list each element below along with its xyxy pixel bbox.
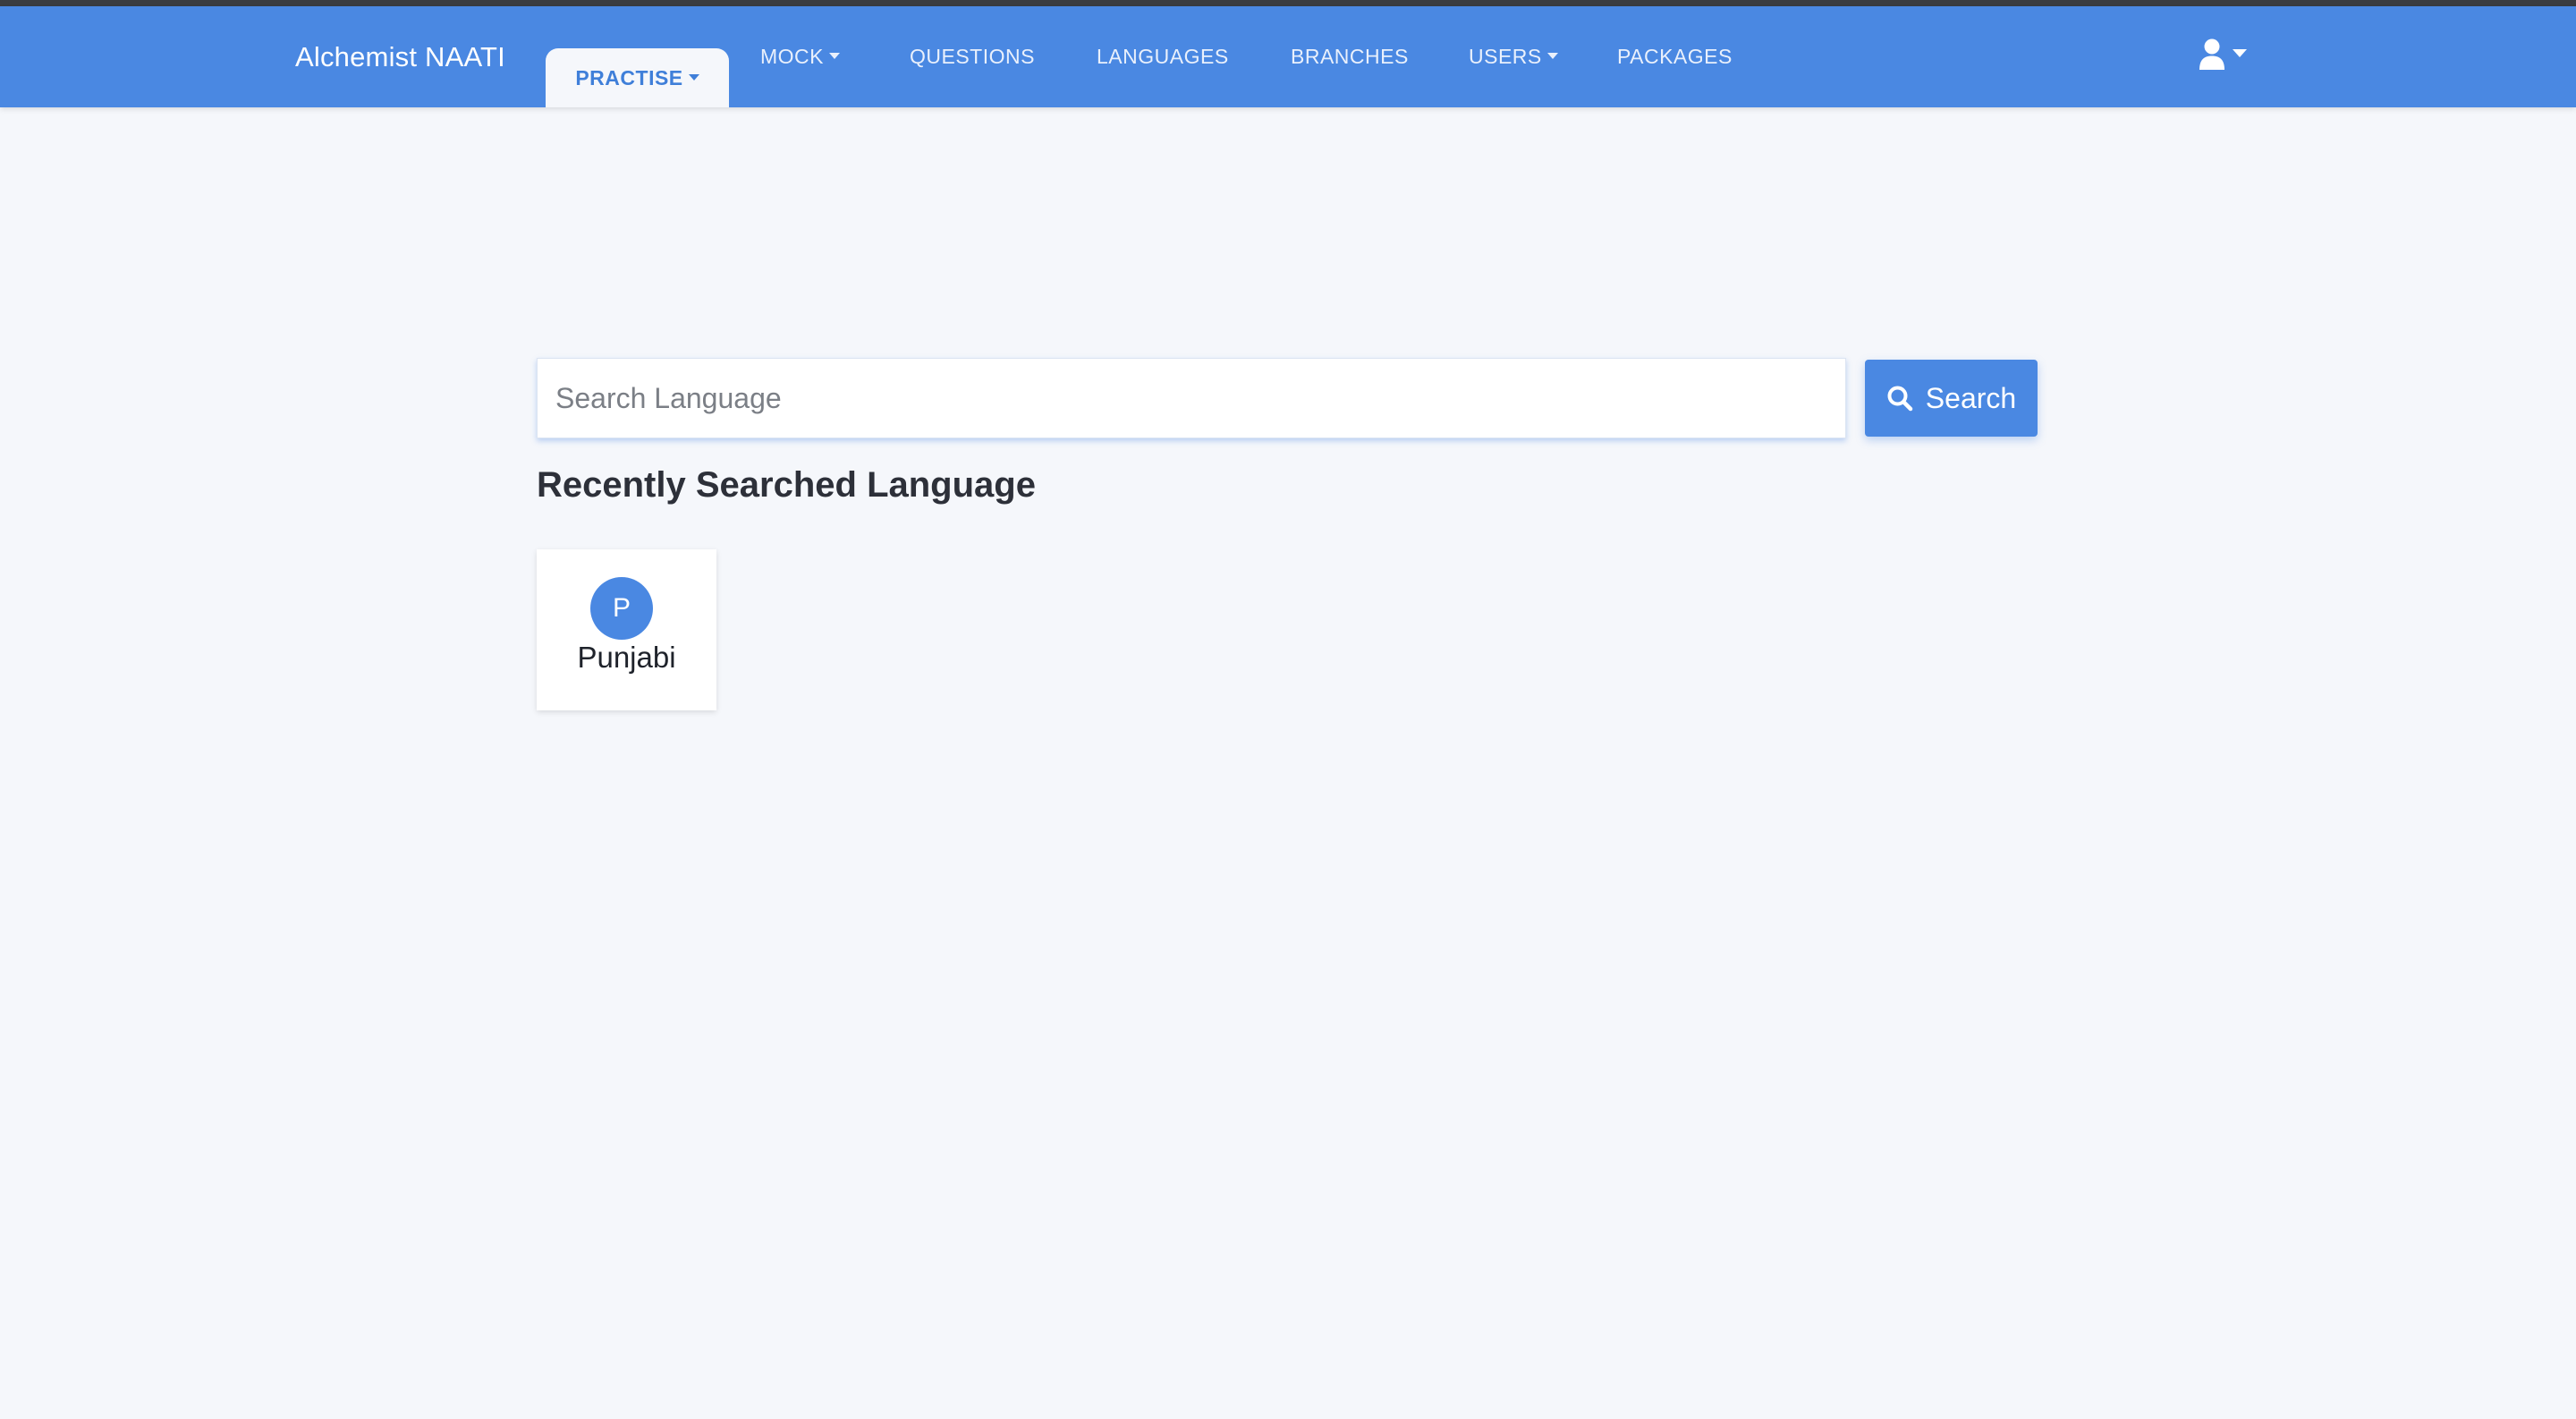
nav-languages[interactable]: LANGUAGES	[1097, 6, 1229, 107]
user-icon	[2199, 38, 2225, 75]
brand-logo[interactable]: Alchemist NAATI	[295, 6, 505, 107]
nav-users[interactable]: USERS	[1469, 6, 1558, 107]
window-top-strip	[0, 0, 2576, 6]
language-card-punjabi[interactable]: P Punjabi	[537, 549, 716, 710]
chevron-down-icon	[829, 53, 840, 60]
language-avatar: P	[590, 577, 653, 640]
search-language-input[interactable]	[537, 358, 1846, 438]
nav-questions[interactable]: QUESTIONS	[910, 6, 1035, 107]
nav-branches[interactable]: BRANCHES	[1291, 6, 1409, 107]
nav-mock-label: MOCK	[760, 45, 824, 68]
search-icon	[1886, 385, 1913, 412]
nav-languages-label: LANGUAGES	[1097, 45, 1229, 68]
search-button-label: Search	[1925, 381, 2017, 414]
language-name: Punjabi	[577, 641, 676, 674]
chevron-down-icon	[688, 74, 699, 81]
chevron-down-icon	[2233, 49, 2247, 57]
nav-practise-label: PRACTISE	[575, 66, 683, 89]
chevron-down-icon	[1546, 53, 1558, 60]
top-navbar: Alchemist NAATI PRACTISE MOCK QUESTIONS …	[0, 6, 2576, 107]
nav-mock[interactable]: MOCK	[760, 6, 840, 107]
nav-questions-label: QUESTIONS	[910, 45, 1035, 68]
nav-users-label: USERS	[1469, 45, 1542, 68]
recent-languages-title: Recently Searched Language	[537, 465, 1036, 505]
search-button[interactable]: Search	[1865, 360, 2038, 437]
nav-branches-label: BRANCHES	[1291, 45, 1409, 68]
nav-practise[interactable]: PRACTISE	[546, 48, 729, 107]
nav-packages-label: PACKAGES	[1617, 45, 1733, 68]
user-menu-toggle[interactable]	[2199, 6, 2247, 107]
nav-packages[interactable]: PACKAGES	[1617, 6, 1733, 107]
